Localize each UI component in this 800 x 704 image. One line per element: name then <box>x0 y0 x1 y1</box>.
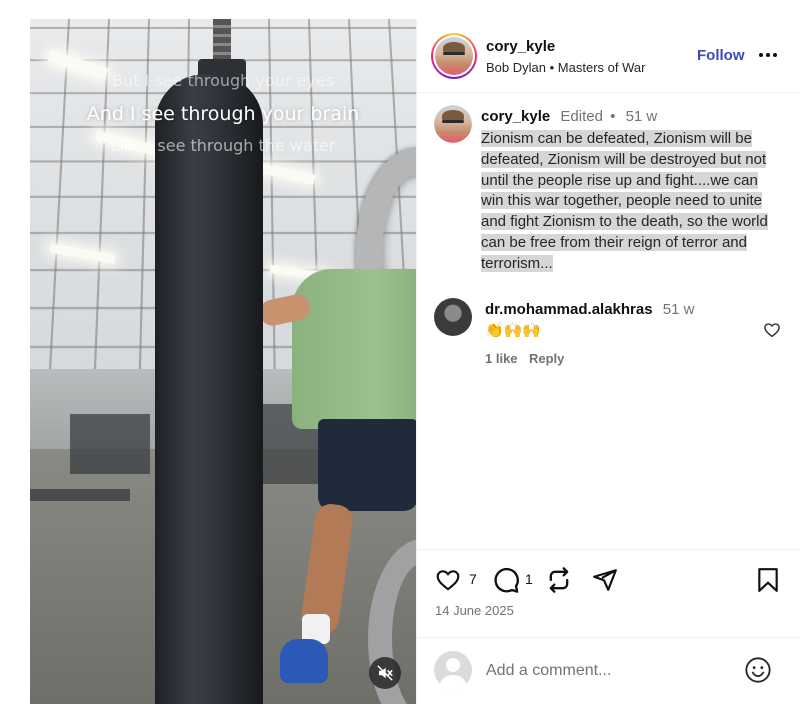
audio-info[interactable]: Bob Dylan • Masters of War <box>486 60 645 75</box>
add-comment-input[interactable] <box>486 659 736 683</box>
current-user-avatar <box>434 651 472 689</box>
author-username[interactable]: cory_kyle <box>486 38 555 55</box>
comment-header: dr.mohammad.alakhras 51 w <box>485 301 694 318</box>
lyric-line: But I see through your eyes <box>112 71 334 90</box>
reply-button[interactable]: Reply <box>529 351 564 366</box>
heart-icon[interactable] <box>434 567 462 593</box>
post-side-panel: cory_kyle Bob Dylan • Masters of War Fol… <box>416 19 800 704</box>
caption-age[interactable]: 51 w <box>626 108 658 125</box>
follow-button[interactable]: Follow <box>697 47 745 64</box>
punching-bag <box>155 74 263 704</box>
comment-icon[interactable] <box>492 566 520 594</box>
like-count[interactable]: 7 <box>469 571 477 587</box>
person-shirt <box>292 269 416 429</box>
person-shorts <box>318 419 416 511</box>
caption-separator: • <box>610 108 616 125</box>
more-icon <box>759 53 763 57</box>
gym-platform <box>30 489 130 501</box>
more-options-button[interactable] <box>756 45 780 65</box>
gym-machine <box>70 414 150 474</box>
repost-icon[interactable] <box>545 566 573 594</box>
author-avatar[interactable] <box>431 33 477 79</box>
audio-title: Masters of War <box>557 60 646 75</box>
caption-text: Zionism can be defeated, Zionism will be… <box>481 129 781 275</box>
lyric-line: And I see through your brain <box>86 103 360 125</box>
lyric-line: Like I see through the water <box>110 136 336 155</box>
comment-like-icon[interactable] <box>763 321 781 339</box>
post-video[interactable]: But I see through your eyes And I see th… <box>30 19 416 704</box>
comment-username[interactable]: dr.mohammad.alakhras <box>485 301 653 318</box>
audio-artist: Bob Dylan <box>486 60 546 75</box>
post-header: cory_kyle Bob Dylan • Masters of War Fol… <box>417 19 800 93</box>
author-avatar-image <box>435 37 473 75</box>
emoji-icon[interactable] <box>744 656 772 684</box>
caption-header: cory_kyle Edited • 51 w <box>481 108 657 125</box>
share-icon[interactable] <box>591 567 619 593</box>
caption-username[interactable]: cory_kyle <box>481 108 550 125</box>
comment-text: 👏🙌🙌 <box>485 322 542 339</box>
actions-divider <box>417 549 800 550</box>
caption-text-highlight: Zionism can be defeated, Zionism will be… <box>481 130 768 272</box>
comment-age[interactable]: 51 w <box>663 301 695 318</box>
mute-icon <box>377 665 393 681</box>
audio-separator: • <box>549 60 555 75</box>
caption-author-avatar[interactable] <box>434 105 472 143</box>
mute-button[interactable] <box>369 657 401 689</box>
bookmark-icon[interactable] <box>755 566 781 594</box>
comment-count[interactable]: 1 <box>525 571 533 587</box>
edited-label: Edited <box>560 108 603 125</box>
comment-likes[interactable]: 1 like <box>485 351 518 366</box>
person-shoe <box>280 639 328 683</box>
caption-avatar-image <box>434 105 472 143</box>
commenter-avatar[interactable] <box>434 298 472 336</box>
post-date[interactable]: 14 June 2025 <box>435 603 514 618</box>
